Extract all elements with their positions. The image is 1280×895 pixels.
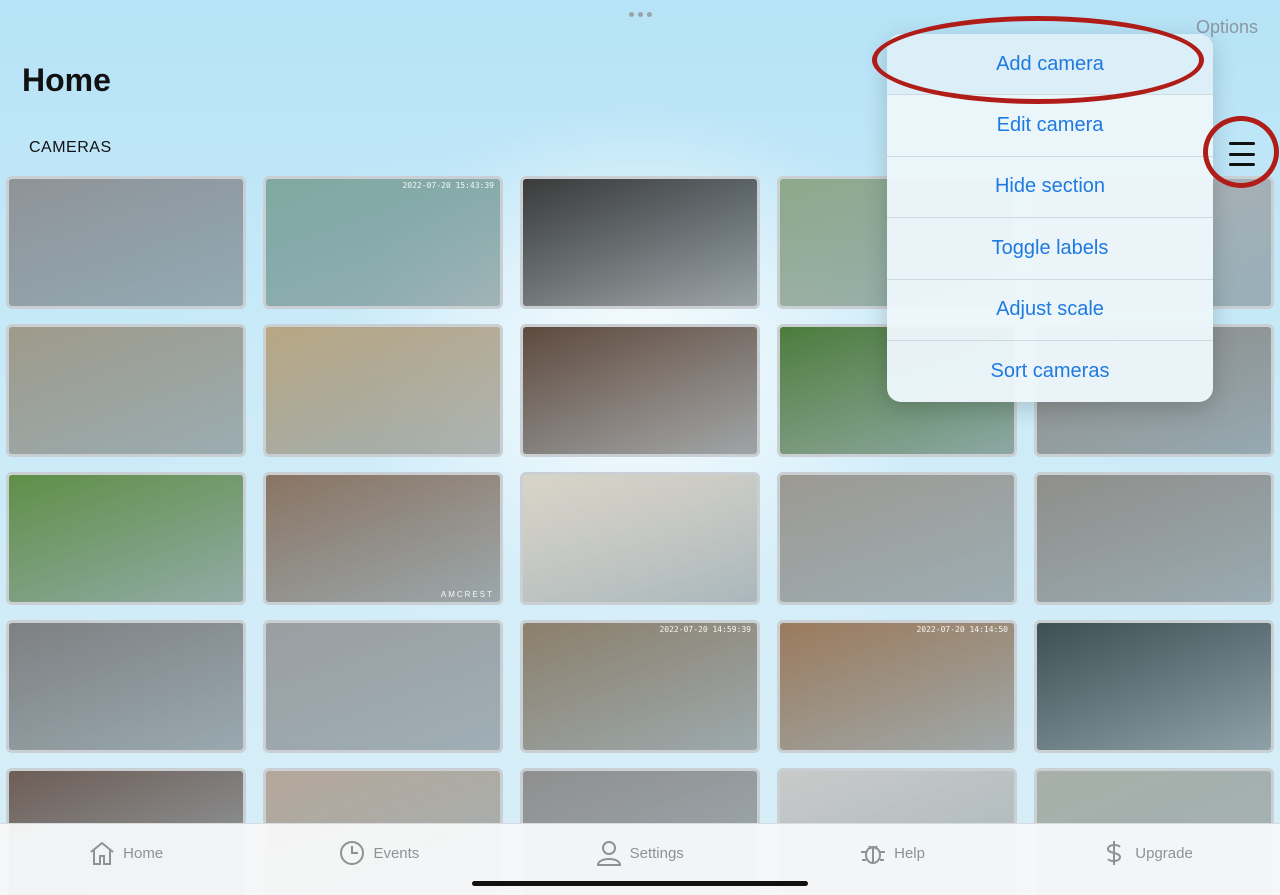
window-grabber[interactable] bbox=[628, 10, 652, 18]
camera-tile[interactable] bbox=[263, 324, 503, 457]
menu-item-edit-camera[interactable]: Edit camera bbox=[887, 95, 1213, 157]
camera-tile[interactable] bbox=[6, 176, 246, 309]
camera-timestamp: 2022-07-20 14:14:50 bbox=[916, 625, 1008, 634]
camera-tile[interactable] bbox=[6, 620, 246, 753]
menu-item-hide-section[interactable]: Hide section bbox=[887, 157, 1213, 219]
camera-tile[interactable] bbox=[520, 472, 760, 605]
camera-tile[interactable]: 2022-07-20 14:14:50 bbox=[777, 620, 1017, 753]
camera-tile[interactable] bbox=[777, 472, 1017, 605]
clock-icon bbox=[340, 841, 365, 865]
tab-events-label: Events bbox=[373, 844, 420, 862]
camera-tile[interactable] bbox=[263, 620, 503, 753]
camera-tile[interactable]: AMCREST bbox=[263, 472, 503, 605]
tab-settings-label: Settings bbox=[629, 844, 684, 862]
section-label: CAMERAS bbox=[29, 139, 112, 156]
camera-tile[interactable] bbox=[6, 472, 246, 605]
tab-help-label: Help bbox=[894, 844, 925, 862]
tab-settings[interactable]: Settings bbox=[594, 838, 684, 868]
camera-tile[interactable] bbox=[1034, 472, 1274, 605]
person-icon bbox=[596, 841, 621, 866]
tab-help[interactable]: Help bbox=[858, 838, 925, 868]
tab-upgrade-label: Upgrade bbox=[1135, 844, 1193, 862]
camera-tile[interactable] bbox=[6, 324, 246, 457]
options-menu: Add camera Edit camera Hide section Togg… bbox=[887, 34, 1213, 402]
camera-brand-watermark: AMCREST bbox=[440, 590, 494, 599]
hamburger-icon bbox=[1229, 142, 1255, 166]
camera-tile[interactable] bbox=[520, 324, 760, 457]
menu-item-sort-cameras[interactable]: Sort cameras bbox=[887, 341, 1213, 402]
bug-icon bbox=[861, 845, 886, 864]
tab-home[interactable]: Home bbox=[87, 838, 163, 868]
camera-timestamp: 2022-07-20 14:59:39 bbox=[659, 625, 751, 634]
menu-item-toggle-labels[interactable]: Toggle labels bbox=[887, 218, 1213, 280]
camera-tile[interactable] bbox=[520, 176, 760, 309]
tab-events[interactable]: Events bbox=[337, 838, 419, 868]
home-indicator bbox=[472, 881, 808, 886]
page-title: Home bbox=[22, 62, 111, 98]
menu-item-adjust-scale[interactable]: Adjust scale bbox=[887, 280, 1213, 341]
tab-upgrade[interactable]: Upgrade bbox=[1099, 838, 1193, 868]
camera-timestamp: 2022-07-20 15:43:39 bbox=[402, 181, 494, 190]
tab-home-label: Home bbox=[123, 844, 164, 862]
home-icon bbox=[90, 841, 114, 865]
camera-tile[interactable] bbox=[1034, 620, 1274, 753]
camera-tile[interactable]: 2022-07-20 15:43:39 bbox=[263, 176, 503, 309]
hamburger-menu-button[interactable] bbox=[1212, 132, 1272, 176]
camera-tile[interactable]: 2022-07-20 14:59:39 bbox=[520, 620, 760, 753]
dollar-icon bbox=[1107, 841, 1122, 865]
menu-item-add-camera[interactable]: Add camera bbox=[887, 34, 1213, 96]
